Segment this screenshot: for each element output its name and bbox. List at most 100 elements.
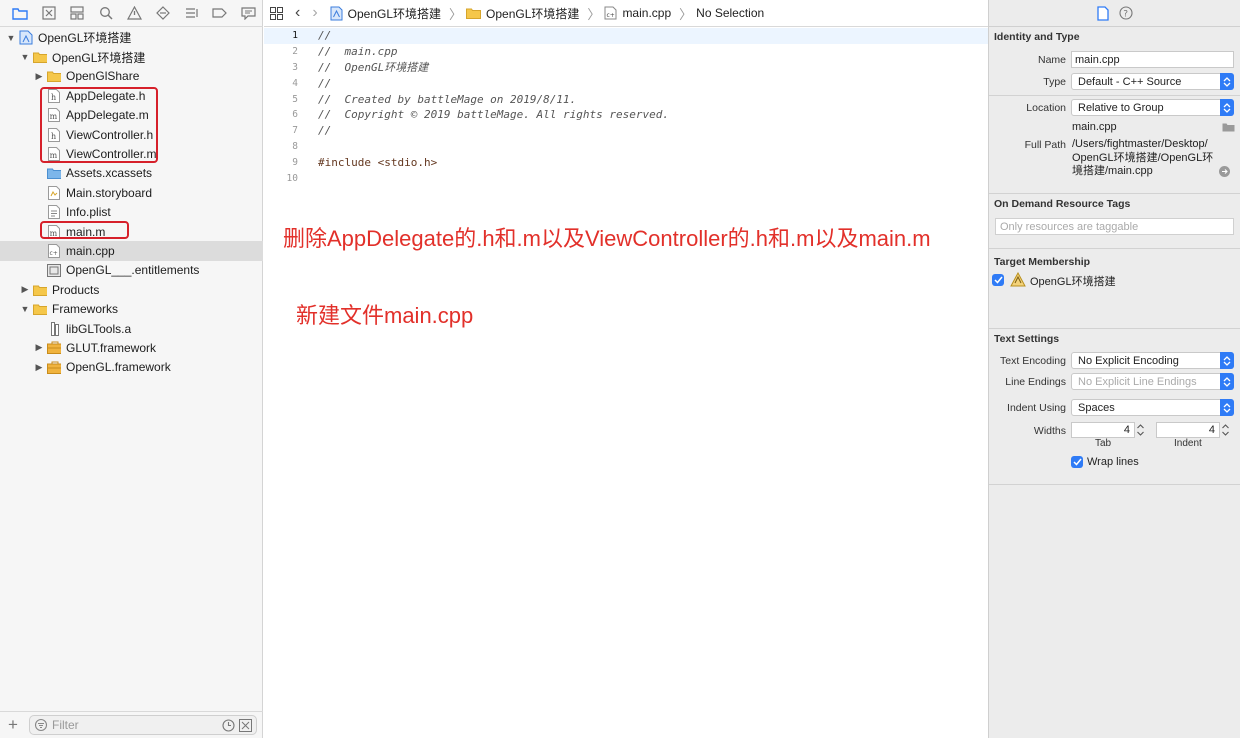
jumpbar-project-label: OpenGL环境搭建: [347, 6, 442, 21]
disclosure-open-icon[interactable]: ▼: [20, 52, 30, 62]
code-line[interactable]: 5 // Created by battleMage on 2019/8/11.: [264, 91, 988, 107]
tree-row[interactable]: ▶ OpenGL.framework: [0, 358, 263, 377]
code-line[interactable]: 8: [264, 139, 988, 155]
jumpbar-file[interactable]: c+ main.cpp: [604, 6, 671, 20]
full-path-line: /Users/fightmaster/Desktop/: [1072, 138, 1208, 150]
file-inspector-icon[interactable]: [1097, 5, 1109, 21]
type-popup[interactable]: Default - C++ Source: [1071, 73, 1234, 90]
code-line[interactable]: 4 //: [264, 75, 988, 91]
filter-field[interactable]: Filter: [29, 715, 257, 735]
report-navigator-tab-icon[interactable]: [235, 0, 264, 27]
name-field[interactable]: main.cpp: [1071, 51, 1234, 68]
widths-label: Widths: [1033, 425, 1066, 437]
disclosure-closed-icon[interactable]: ▶: [34, 71, 44, 81]
indent-caption: Indent: [1174, 438, 1202, 449]
scm-filter-icon[interactable]: [239, 719, 252, 732]
inspector-toolbar: ?: [989, 0, 1240, 27]
test-navigator-tab-icon[interactable]: [149, 0, 178, 27]
project-navigator-tab-icon[interactable]: [6, 0, 35, 27]
code-line[interactable]: 10: [264, 170, 988, 186]
find-navigator-tab-icon[interactable]: [92, 0, 121, 27]
tree-row[interactable]: c+ main.cpp: [0, 241, 263, 261]
tree-row[interactable]: ▶ GLUT.framework: [0, 338, 263, 357]
tab-width-stepper-icon[interactable]: [1136, 422, 1145, 438]
line-number: 6: [292, 109, 298, 121]
indent-width-stepper-icon[interactable]: [1221, 422, 1230, 438]
annotation-new-file: 新建文件main.cpp: [296, 303, 474, 328]
tree-row[interactable]: Main.storyboard: [0, 183, 263, 202]
issue-navigator-tab-icon[interactable]: [120, 0, 149, 27]
choose-location-folder-icon[interactable]: [1222, 122, 1235, 132]
code-line[interactable]: 9 #include <stdio.h>: [264, 154, 988, 170]
disclosure-open-icon[interactable]: ▼: [20, 304, 30, 314]
tree-row-label: OpenGL环境搭建: [38, 31, 132, 46]
reveal-in-finder-icon[interactable]: [1219, 166, 1230, 177]
quick-help-icon[interactable]: ?: [1119, 6, 1133, 20]
tree-row[interactable]: ▶ Products: [0, 280, 263, 299]
cpp-file-icon: c+: [604, 6, 617, 20]
tree-row[interactable]: Info.plist: [0, 203, 263, 222]
code-line[interactable]: 3 // OpenGL环境搭建: [264, 60, 988, 76]
section-membership-title: Target Membership: [994, 256, 1091, 268]
tree-row-label: Main.storyboard: [66, 185, 153, 200]
line-number: 2: [292, 46, 298, 58]
back-button[interactable]: ‹: [295, 4, 300, 22]
code-line[interactable]: 7 //: [264, 123, 988, 139]
tree-row-label: OpenGL___.entitlements: [66, 263, 200, 278]
tab-width-field[interactable]: 4: [1071, 422, 1135, 438]
forward-button[interactable]: ›: [312, 4, 317, 22]
tree-row-label: main.cpp: [66, 243, 115, 258]
text-encoding-popup[interactable]: No Explicit Encoding: [1071, 352, 1234, 369]
tree-row[interactable]: ▶ OpenGlShare: [0, 67, 263, 86]
code-line[interactable]: 6 // Copyright © 2019 battleMage. All rig…: [264, 107, 988, 123]
asset-catalog-icon: [47, 166, 61, 180]
debug-navigator-tab-icon[interactable]: [177, 0, 206, 27]
disclosure-closed-icon[interactable]: ▶: [20, 284, 30, 295]
jumpbar-selection[interactable]: No Selection: [696, 6, 764, 20]
code-area[interactable]: 1 // 2 // main.cpp 3 // OpenGL环境搭建 4 // 5 // Crea…: [264, 28, 988, 186]
indent-using-popup[interactable]: Spaces: [1071, 399, 1234, 416]
indent-width-field[interactable]: 4: [1156, 422, 1220, 438]
project-icon: [19, 30, 33, 45]
code-line[interactable]: 1 //: [264, 28, 988, 44]
wrap-lines-checkbox[interactable]: [1071, 456, 1083, 468]
xcode-window: ▼ OpenGL环境搭建 ▼ OpenGL环境搭建 ▶ OpenGlShare h AppDe…: [0, 0, 1240, 738]
source-control-tab-icon[interactable]: [35, 0, 64, 27]
line-number: 7: [292, 125, 298, 137]
recent-files-icon[interactable]: [222, 719, 235, 732]
target-membership-checkbox[interactable]: [992, 274, 1004, 286]
divider: [989, 193, 1240, 194]
jumpbar-project[interactable]: OpenGL环境搭建: [330, 5, 441, 22]
tree-row-label: libGLTools.a: [66, 321, 132, 336]
tree-row-label: GLUT.framework: [66, 340, 157, 355]
tree-row[interactable]: Assets.xcassets: [0, 164, 263, 183]
chevron-right-icon: 〉: [679, 6, 693, 22]
folder-icon: [466, 8, 482, 19]
full-path-value: /Users/fightmaster/Desktop/ OpenGL环境搭建/O…: [1072, 138, 1213, 179]
tree-row[interactable]: OpenGL___.entitlements: [0, 261, 263, 280]
disclosure-open-icon[interactable]: ▼: [6, 33, 16, 43]
symbol-navigator-tab-icon[interactable]: [63, 0, 92, 27]
svg-text:?: ?: [1123, 10, 1128, 20]
jumpbar-group[interactable]: OpenGL环境搭建: [466, 5, 579, 22]
popup-arrows-icon: [1220, 73, 1234, 90]
library-icon: [47, 321, 61, 336]
breakpoint-navigator-tab-icon[interactable]: [206, 0, 235, 27]
tree-row[interactable]: ▼ OpenGL环境搭建: [0, 28, 263, 47]
disclosure-closed-icon[interactable]: ▶: [34, 362, 44, 372]
location-label: Location: [1026, 102, 1066, 114]
section-identity-title: Identity and Type: [994, 31, 1080, 43]
tree-row[interactable]: ▼ OpenGL环境搭建: [0, 47, 263, 66]
tree-row[interactable]: ▼ Frameworks: [0, 299, 263, 318]
disclosure-closed-icon[interactable]: ▶: [34, 342, 44, 353]
tree-row[interactable]: libGLTools.a: [0, 319, 263, 338]
line-endings-popup[interactable]: No Explicit Line Endings: [1071, 373, 1234, 390]
related-items-icon[interactable]: [270, 6, 283, 20]
indent-using-value: Spaces: [1078, 401, 1115, 414]
code-line[interactable]: 2 // main.cpp: [264, 44, 988, 60]
location-popup[interactable]: Relative to Group: [1071, 99, 1234, 116]
add-icon[interactable]: +: [8, 715, 18, 735]
code-text: //: [318, 124, 332, 138]
